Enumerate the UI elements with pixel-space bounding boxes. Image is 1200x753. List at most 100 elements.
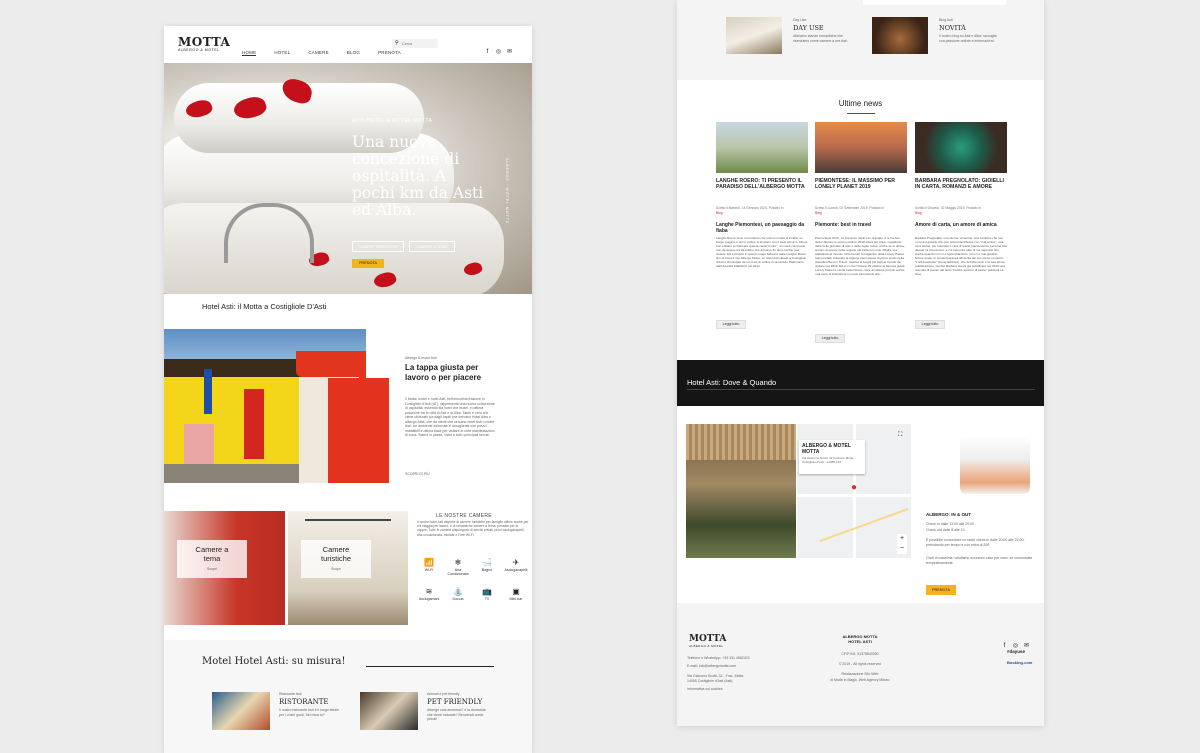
news-title[interactable]: BARBARA PREGNOLATO: GIOIELLI IN CARTA, R… <box>915 178 1007 191</box>
location-map[interactable]: ALBERGO & MOTEL MOTTA Via Giacomo Scotti… <box>797 424 911 558</box>
map-pin-icon[interactable]: ● <box>851 482 857 493</box>
about-title: La tappa giusta per lavoro o per piacere <box>405 363 482 382</box>
checkin-line-2: Check-out dalle 8 alle 10 <box>926 528 965 532</box>
map-info-box: ALBERGO & MOTEL MOTTA Via Giacomo Scotti… <box>799 440 865 474</box>
read-more-button[interactable]: Leggi tutto <box>815 334 845 343</box>
search-box[interactable]: ⚲ <box>392 39 438 48</box>
amenity-label: TV <box>484 597 490 601</box>
footer-phone[interactable]: Telefono e WhatsApp: +39 331 4582423 <box>687 656 750 661</box>
shower-icon: ⛲ <box>453 587 463 596</box>
pet-title: PET FRIENDLY <box>427 698 483 706</box>
amenity-item: ≋ Asciugamani <box>417 587 441 601</box>
rooms-text: Il nostro hotel Asti dispone di camere t… <box>417 520 529 537</box>
hero-banner: ASTI HOTEL & MOTEL MOTTA Una nuova conce… <box>164 63 532 294</box>
tourist-room-card[interactable]: Camere turistiche Scopri <box>288 511 408 625</box>
theme-room-card[interactable]: Camere a tema Scopri <box>164 511 285 625</box>
instagram-icon[interactable]: ◎ <box>495 49 502 56</box>
search-input[interactable] <box>402 40 436 47</box>
nav-prenota[interactable]: PRENOTA <box>378 50 401 55</box>
amenity-item: 🛁 Bagno <box>475 558 499 572</box>
news-card: BARBARA PREGNOLATO: GIOIELLI IN CARTA, R… <box>915 122 1007 354</box>
map-address: Via Giacomo Scotti, 32 Frazione Motta Co… <box>802 456 854 464</box>
news-category[interactable]: Blog <box>815 211 822 215</box>
footer-privacy-link[interactable]: Informativa sui cookies <box>687 687 723 692</box>
news-category[interactable]: Blog <box>716 211 723 215</box>
news-title[interactable]: PIEMONTESE: IL MASSIMO PER LONELY PLANET… <box>815 178 907 191</box>
news-image[interactable] <box>815 122 907 173</box>
checkin-title: ALBERGO: IN & OUT <box>926 512 971 517</box>
restaurant-kicker: Ristorante Asti <box>279 692 302 696</box>
zoom-out-button[interactable]: − <box>897 544 907 554</box>
pet-photo <box>360 692 418 730</box>
news-meta: Scritto il Lunedì, 02 Settembre 2019. Po… <box>815 206 885 210</box>
checkin-line-3: È possibile concordare un tardo check-in… <box>926 538 1025 547</box>
fullscreen-icon[interactable]: ⛶ <box>898 432 902 439</box>
dayuse-badge[interactable]: #dayuse <box>1007 649 1025 654</box>
checkin-book-button[interactable]: PRENOTA <box>926 585 956 595</box>
book-button[interactable]: PRENOTA <box>352 259 384 268</box>
about-more-link[interactable]: SCOPRI DI PIÙ <box>405 472 430 477</box>
amenity-item: 📺 TV <box>475 587 499 601</box>
news-card: LANGHE ROERO: TI PRESENTO IL PARADISO DE… <box>716 122 808 354</box>
nav-home[interactable]: HOME <box>242 50 257 56</box>
footer-logo[interactable]: MOTTA ALBERGO & MOTEL <box>689 634 726 648</box>
news-category[interactable]: Blog <box>915 211 922 215</box>
amenity-label: Wi-Fi <box>424 568 434 572</box>
hero-kicker: ASTI HOTEL & MOTEL MOTTA <box>352 118 433 124</box>
amenity-label: Doccia <box>452 597 464 601</box>
theme-room-link[interactable]: Scopri <box>177 567 247 572</box>
checkin-line-4: Orari di massima: valutiamo eccezioni ca… <box>926 556 1033 565</box>
footer: MOTTA ALBERGO & MOTEL Telefono e WhatsAp… <box>677 603 1044 726</box>
footer-credit-2[interactable]: di Made in Magic, Web Agency Milano <box>817 678 903 683</box>
booking-badge[interactable]: Booking.com <box>1007 660 1032 665</box>
footer-rights: © 2019 - All rights reserved <box>838 662 882 666</box>
terrace-photo <box>686 424 796 558</box>
news-image[interactable] <box>716 122 808 173</box>
facebook-icon[interactable]: f <box>484 49 491 56</box>
news-subtitle: Amore di carta, un amore di amica <box>915 222 997 228</box>
news-subtitle: Piemonte: best in travel <box>815 222 872 228</box>
motel-section: Motel Hotel Asti: su misura! Ristorante … <box>164 640 532 753</box>
amenity-label: Aria Condizionata <box>447 568 469 576</box>
amenity-item: ❄ Aria Condizionata <box>446 558 470 576</box>
bath-icon: 🛁 <box>482 558 492 567</box>
section-title: Hotel Asti: il Motta a Costigliole D'Ast… <box>202 302 327 311</box>
mail-icon[interactable]: ✉ <box>506 49 513 56</box>
restaurant-photo <box>212 692 270 730</box>
logo[interactable]: MOTTA ALBERGO & MOTEL <box>178 35 230 52</box>
tourist-room-link[interactable]: Scopri <box>301 567 371 572</box>
inner-page-preview: Day Use DAY USE Abbiamo stanze romantich… <box>677 0 1044 726</box>
search-icon: ⚲ <box>395 40 399 46</box>
logo-name: MOTTA <box>178 35 231 49</box>
zoom-in-button[interactable]: + <box>897 534 907 544</box>
nav-camere[interactable]: CAMERE <box>308 50 328 55</box>
news-subtitle: Langhe Piemontesi, un paesaggio da fiaba <box>716 222 805 234</box>
amenity-item: 📶 Wi-Fi <box>417 558 441 572</box>
nav-blog[interactable]: BLOG <box>347 50 360 55</box>
read-more-button[interactable]: Leggi tutto <box>915 320 945 329</box>
amenity-label: Asciugamani <box>418 597 440 601</box>
news-meta: Scritto il Martedì, 14 Gennaio 2020. Pos… <box>716 206 784 210</box>
map-place-name: ALBERGO & MOTEL MOTTA <box>802 443 851 455</box>
footer-logo-name: MOTTA <box>689 634 727 644</box>
homepage-preview: MOTTA ALBERGO & MOTEL HOME HOTEL CAMERE BLO… <box>164 26 532 753</box>
tourist-rooms-button[interactable]: CAMERE TURISTICHE <box>352 241 404 252</box>
news-meta: Scritto il Giovedì, 02 Maggio 2019. Post… <box>915 206 981 210</box>
theme-room-title: Camere a tema <box>195 545 229 563</box>
nav-hotel[interactable]: HOTEL <box>274 50 290 55</box>
towels-icon: ≋ <box>425 587 433 596</box>
amenity-label: Asciugacapelli <box>504 568 528 572</box>
towels-photo <box>960 436 1030 494</box>
footer-email[interactable]: E-mail: info@albergomotta.com <box>687 664 736 669</box>
read-more-button[interactable]: Leggi tutto <box>716 320 746 329</box>
news-title[interactable]: LANGHE ROERO: TI PRESENTO IL PARADISO DE… <box>716 178 808 191</box>
footer-center-title: ALBERGO MOTTA HOTEL ASTI <box>842 634 878 644</box>
rooms-kicker: LE NOSTRE CAMERE <box>436 513 492 519</box>
minibar-icon: ▣ <box>512 587 520 596</box>
amenity-label: Bagno <box>481 568 493 572</box>
news-image[interactable] <box>915 122 1007 173</box>
footer-piva: CF/P.IVA: 01378840050 <box>841 652 879 656</box>
footer-logo-sub: ALBERGO & MOTEL <box>689 644 724 648</box>
theme-rooms-button[interactable]: CAMERE A TEMA <box>409 241 455 252</box>
hero-vertical-text: ALBERGO · MOTEL MOTTA <box>505 158 509 224</box>
